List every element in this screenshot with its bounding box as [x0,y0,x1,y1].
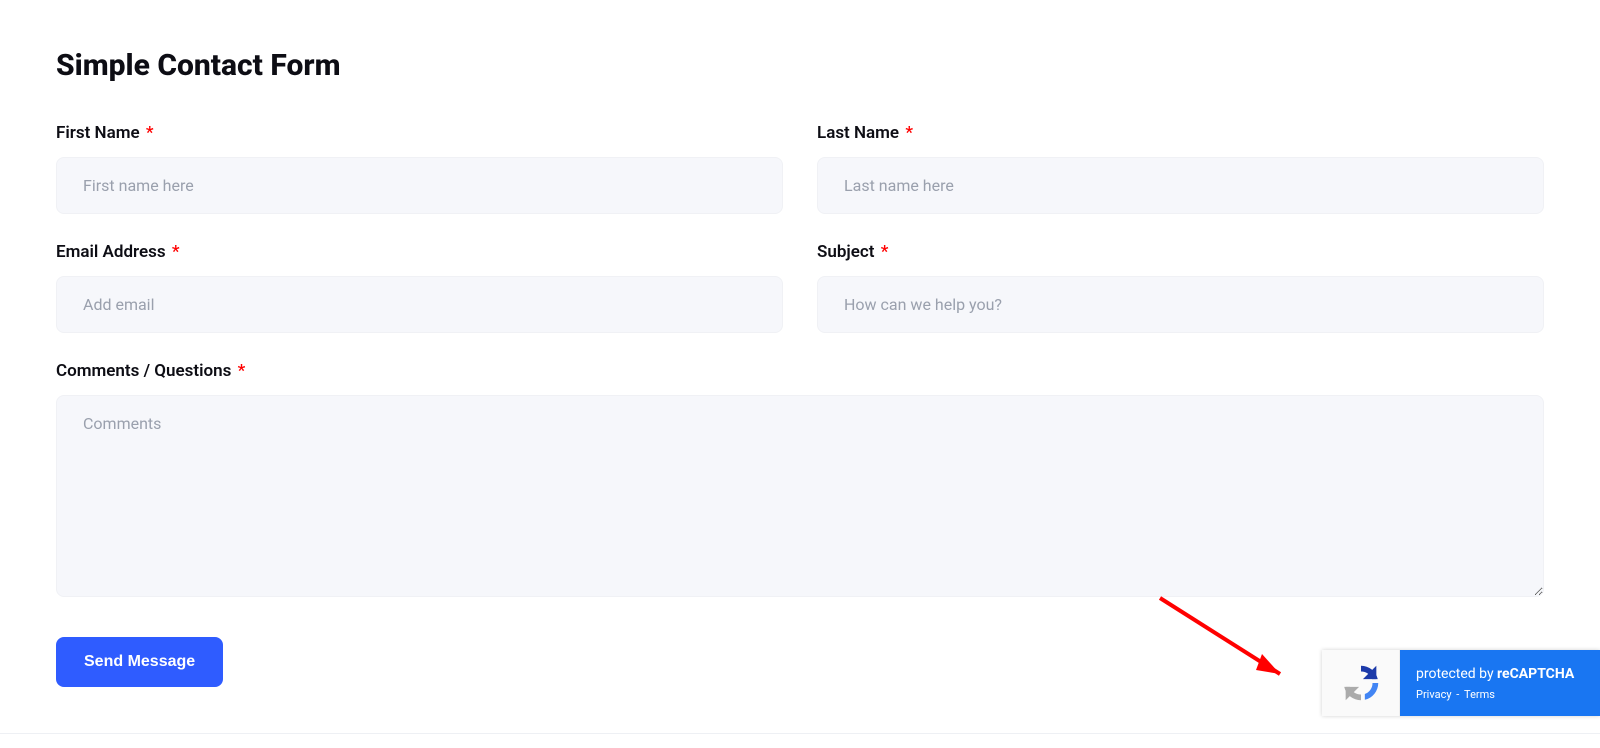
subject-label: Subject * [817,242,1544,262]
form-row-3: Comments / Questions * [56,361,1544,597]
form-row-2: Email Address * Subject * [56,242,1544,333]
last-name-label: Last Name * [817,123,1544,143]
recaptcha-title-brand: reCAPTCHA [1497,666,1574,682]
last-name-label-text: Last Name [817,123,899,143]
recaptcha-terms-link[interactable]: Terms [1464,688,1495,701]
comments-label: Comments / Questions * [56,361,1544,381]
comments-label-text: Comments / Questions [56,361,231,381]
required-asterisk: * [238,361,246,381]
recaptcha-privacy-link[interactable]: Privacy [1416,688,1452,701]
comments-field: Comments / Questions * [56,361,1544,597]
email-field: Email Address * [56,242,783,333]
last-name-field: Last Name * [817,123,1544,214]
recaptcha-title: protected by reCAPTCHA [1416,666,1582,682]
recaptcha-logo-box [1322,650,1400,716]
bottom-divider [0,733,1600,734]
email-label: Email Address * [56,242,783,262]
recaptcha-icon [1338,660,1384,706]
recaptcha-text-box: protected by reCAPTCHA Privacy - Terms [1400,650,1600,716]
subject-field: Subject * [817,242,1544,333]
subject-label-text: Subject [817,242,875,262]
first-name-input[interactable] [56,157,783,214]
first-name-field: First Name * [56,123,783,214]
recaptcha-dash: - [1454,688,1463,701]
required-asterisk: * [172,242,180,262]
page-title: Simple Contact Form [56,48,1544,83]
send-message-button[interactable]: Send Message [56,637,223,687]
recaptcha-links: Privacy - Terms [1416,688,1582,701]
recaptcha-badge[interactable]: protected by reCAPTCHA Privacy - Terms [1322,650,1600,716]
first-name-label: First Name * [56,123,783,143]
email-label-text: Email Address [56,242,166,262]
recaptcha-title-prefix: protected by [1416,666,1497,682]
comments-textarea[interactable] [56,395,1544,597]
required-asterisk: * [905,123,913,143]
first-name-label-text: First Name [56,123,140,143]
last-name-input[interactable] [817,157,1544,214]
form-row-1: First Name * Last Name * [56,123,1544,214]
email-input[interactable] [56,276,783,333]
subject-input[interactable] [817,276,1544,333]
required-asterisk: * [146,123,154,143]
contact-form-container: Simple Contact Form First Name * Last Na… [0,0,1600,687]
required-asterisk: * [881,242,889,262]
